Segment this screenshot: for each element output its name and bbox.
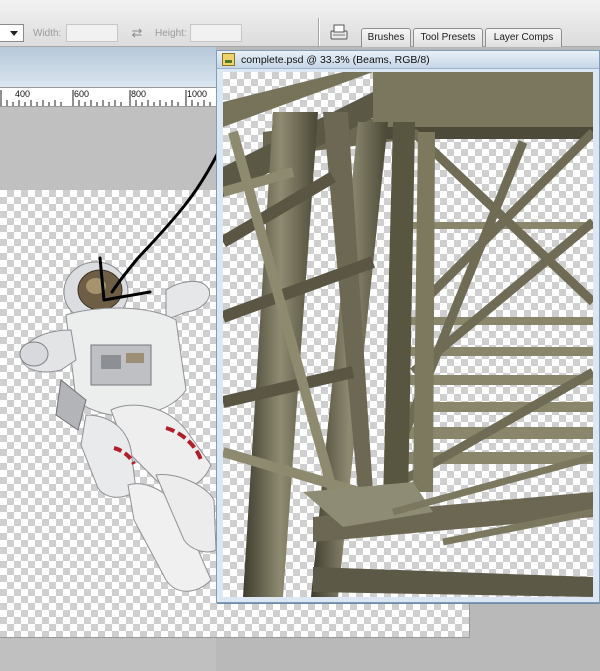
psd-file-icon — [222, 53, 235, 66]
document-title: complete.psd @ 33.3% (Beams, RGB/8) — [241, 54, 430, 66]
ruler-label-1000: 1000 — [187, 89, 208, 99]
palette-well: Brushes Tool Presets Layer Comps — [356, 22, 600, 47]
width-field[interactable] — [66, 24, 118, 42]
document-titlebar[interactable]: complete.psd @ 33.3% (Beams, RGB/8) — [217, 51, 599, 69]
ruler-ticks — [0, 90, 211, 106]
ruler-label-600: 600 — [74, 89, 90, 99]
height-label: Height: — [155, 28, 187, 39]
tab-layer-comps[interactable]: Layer Comps — [485, 28, 562, 47]
palette-well-icon[interactable] — [329, 22, 349, 42]
document-canvas[interactable] — [223, 72, 593, 597]
separator — [318, 18, 320, 46]
background-document-titlebar — [0, 47, 216, 87]
horizontal-ruler[interactable] — [0, 87, 216, 107]
beams-layer-image — [223, 72, 593, 597]
tab-tool-presets[interactable]: Tool Presets — [413, 28, 483, 47]
style-dropdown[interactable] — [0, 24, 24, 42]
chevron-down-icon — [10, 31, 18, 36]
tab-brushes[interactable]: Brushes — [361, 28, 411, 47]
swap-arrows-icon[interactable]: ⇄ — [129, 25, 145, 41]
width-label: Width: — [33, 28, 62, 39]
background-document-ruler: 400 600 800 1000 — [0, 47, 216, 107]
document-window[interactable]: complete.psd @ 33.3% (Beams, RGB/8) — [216, 50, 600, 603]
ruler-label-400: 400 — [15, 89, 31, 99]
options-bar: Width: ⇄ Height: Brushes Tool Presets La… — [0, 0, 600, 47]
astronaut-image — [19, 261, 216, 592]
height-field[interactable] — [190, 24, 242, 42]
ruler-label-800: 800 — [131, 89, 147, 99]
